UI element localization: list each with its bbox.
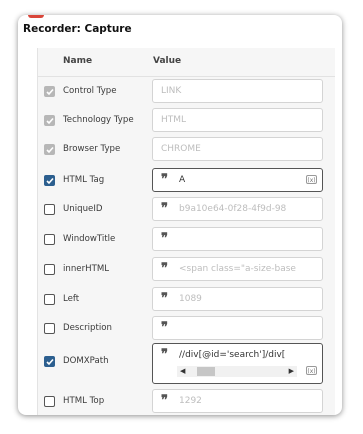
- field-value: CHROME: [161, 144, 201, 154]
- row-label: Control Type: [63, 86, 117, 96]
- checkbox-technology-type[interactable]: [44, 115, 55, 126]
- quote-icon: ❞: [161, 347, 168, 362]
- row-label: Browser Type: [63, 144, 121, 154]
- checkbox-browser-type[interactable]: [44, 144, 55, 155]
- row-label: Left: [63, 294, 80, 304]
- field-value: LINK: [161, 86, 182, 96]
- value-field-windowtitle[interactable]: ❞: [152, 227, 323, 251]
- value-field-browser-type[interactable]: CHROME: [152, 137, 323, 161]
- table-row: Browser Type CHROME: [38, 134, 335, 163]
- scroll-right-arrow-icon[interactable]: ▶: [289, 367, 294, 375]
- checkbox-html-top[interactable]: [44, 396, 55, 407]
- checkbox-uniqueid[interactable]: [44, 204, 55, 215]
- checkbox-innerhtml[interactable]: [44, 264, 55, 275]
- value-field-html-top[interactable]: ❞ 1292: [152, 389, 323, 413]
- table-row: Control Type LINK: [38, 76, 335, 105]
- table-row: HTML Top ❞ 1292: [38, 384, 335, 413]
- field-value: HTML: [161, 115, 187, 125]
- checkbox-html-tag[interactable]: [44, 175, 55, 186]
- field-value: 1292: [179, 396, 202, 406]
- check-icon: [46, 358, 54, 366]
- field-value: A: [179, 175, 186, 185]
- checkbox-windowtitle[interactable]: [44, 234, 55, 245]
- table-row: innerHTML ❞ <span class="a-size-base: [38, 252, 335, 281]
- row-label: Description: [63, 323, 112, 333]
- checkbox-left[interactable]: [44, 294, 55, 305]
- recorder-capture-dialog: Recorder: Capture Name Value Control Typ…: [18, 15, 342, 415]
- check-icon: [46, 177, 54, 185]
- header-accent: [28, 15, 44, 18]
- horizontal-scrollbar[interactable]: ◀ ▶: [177, 366, 297, 377]
- field-value: //div[@id='search']/div[: [179, 350, 286, 360]
- value-field-technology-type[interactable]: HTML: [152, 108, 323, 132]
- check-icon: [46, 117, 54, 125]
- value-field-innerhtml[interactable]: ❞ <span class="a-size-base: [152, 257, 323, 281]
- row-label: HTML Top: [63, 396, 105, 406]
- checkbox-control-type[interactable]: [44, 86, 55, 97]
- row-label: Technology Type: [63, 115, 134, 125]
- check-icon: [46, 88, 54, 96]
- value-field-domxpath[interactable]: ❞ //div[@id='search']/div[ ◀ ▶ (x): [152, 343, 323, 384]
- quote-icon: ❞: [161, 393, 168, 408]
- table-row: Description ❞: [38, 311, 335, 340]
- quote-icon: ❞: [161, 172, 168, 187]
- table-row: WindowTitle ❞: [38, 223, 335, 252]
- check-icon: [46, 146, 54, 154]
- quote-icon: ❞: [161, 231, 168, 246]
- table-row: HTML Tag ❞ A (x): [38, 163, 335, 192]
- quote-icon: ❞: [161, 291, 168, 306]
- table-row: Technology Type HTML: [38, 105, 335, 134]
- variable-icon[interactable]: (x): [306, 366, 317, 375]
- row-label: HTML Tag: [63, 175, 105, 185]
- field-value: <span class="a-size-base: [179, 264, 296, 274]
- row-label: WindowTitle: [63, 234, 116, 244]
- value-field-uniqueid[interactable]: ❞ b9a10e64-0f28-4f9d-98: [152, 197, 323, 221]
- quote-icon: ❞: [161, 261, 168, 276]
- field-value: b9a10e64-0f28-4f9d-98: [179, 204, 287, 214]
- value-field-description[interactable]: ❞: [152, 316, 323, 340]
- row-label: innerHTML: [63, 264, 110, 274]
- checkbox-description[interactable]: [44, 323, 55, 334]
- scroll-left-arrow-icon[interactable]: ◀: [180, 367, 185, 375]
- value-field-control-type[interactable]: LINK: [152, 79, 323, 103]
- quote-icon: ❞: [161, 320, 168, 335]
- quote-icon: ❞: [161, 201, 168, 216]
- table-row: UniqueID ❞ b9a10e64-0f28-4f9d-98: [38, 194, 335, 223]
- field-value: 1089: [179, 294, 202, 304]
- properties-table: Name Value Control Type LINK Technology …: [37, 48, 335, 415]
- value-field-left[interactable]: ❞ 1089: [152, 287, 323, 311]
- table-row: DOMXPath ❞ //div[@id='search']/div[ ◀ ▶ …: [38, 340, 335, 384]
- column-header-value: Value: [153, 56, 182, 66]
- dialog-title: Recorder: Capture: [23, 23, 132, 35]
- table-row: Left ❞ 1089: [38, 282, 335, 311]
- variable-icon[interactable]: (x): [306, 175, 317, 184]
- row-label: UniqueID: [63, 204, 103, 214]
- checkbox-domxpath[interactable]: [44, 356, 55, 367]
- column-header-name: Name: [63, 56, 93, 66]
- value-field-html-tag[interactable]: ❞ A (x): [152, 168, 323, 192]
- scrollbar-thumb[interactable]: [197, 367, 215, 376]
- row-label: DOMXPath: [63, 356, 109, 366]
